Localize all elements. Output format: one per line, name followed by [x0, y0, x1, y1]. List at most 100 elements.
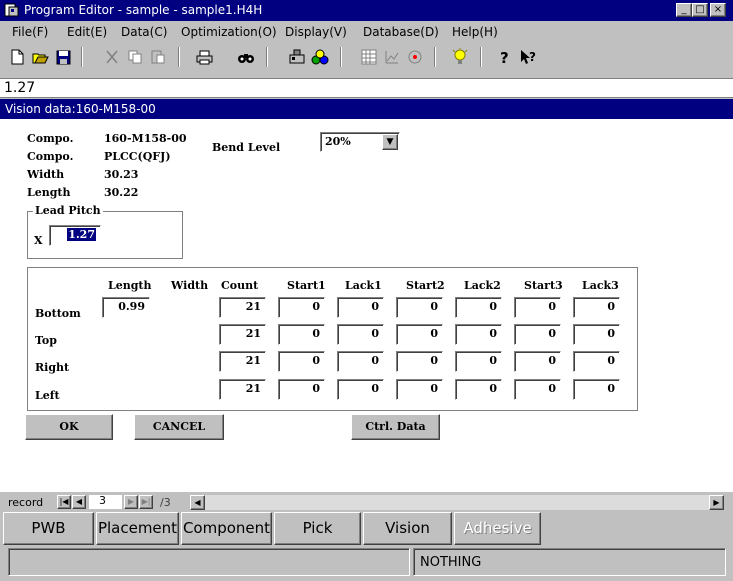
bottom-lack3-input[interactable]: 0 [573, 297, 620, 318]
print-button[interactable] [193, 46, 216, 68]
paste-button[interactable] [146, 46, 169, 68]
right-count-input[interactable]: 21 [219, 351, 266, 372]
menu-display[interactable]: Display(V) [285, 25, 347, 39]
menu-optimization[interactable]: Optimization(O) [181, 25, 277, 39]
save-button[interactable] [52, 46, 75, 68]
ok-button[interactable]: OK [25, 414, 113, 440]
record-number-input[interactable]: 3 [89, 495, 122, 509]
header-start1: Start1 [287, 279, 326, 292]
menu-data[interactable]: Data(C) [121, 25, 167, 39]
chevron-down-icon[interactable]: ▼ [382, 134, 398, 150]
bottom-lack2-input[interactable]: 0 [455, 297, 502, 318]
machine-icon [289, 49, 304, 64]
right-start3-input[interactable]: 0 [514, 351, 561, 372]
record-label: record [8, 496, 44, 509]
top-lack1-input[interactable]: 0 [337, 324, 384, 345]
bottom-length-input[interactable]: 0.99 [102, 297, 150, 318]
left-start2-input[interactable]: 0 [396, 379, 443, 400]
bottom-lack1-input[interactable]: 0 [337, 297, 384, 318]
new-file-button[interactable] [6, 46, 29, 68]
new-file-icon [11, 49, 24, 65]
top-lack3-input[interactable]: 0 [573, 324, 620, 345]
menu-file[interactable]: File(F) [12, 25, 48, 39]
context-help-button[interactable]: ? [516, 46, 539, 68]
tab-component[interactable]: Component [181, 512, 272, 545]
left-lack3-input[interactable]: 0 [573, 379, 620, 400]
left-lack2-input[interactable]: 0 [455, 379, 502, 400]
right-start2-input[interactable]: 0 [396, 351, 443, 372]
vision-data-panel: Vision data:160-M158-00 Compo. Compo. Wi… [0, 99, 733, 492]
bottom-count-input[interactable]: 21 [219, 297, 266, 318]
status-message: NOTHING [413, 548, 726, 576]
open-button[interactable] [29, 46, 52, 68]
top-start1-input[interactable]: 0 [278, 324, 325, 345]
menu-edit[interactable]: Edit(E) [67, 25, 107, 39]
lead-pitch-x-value: 1.27 [67, 228, 96, 241]
top-start3-input[interactable]: 0 [514, 324, 561, 345]
right-start1-input[interactable]: 0 [278, 351, 325, 372]
right-lack2-input[interactable]: 0 [455, 351, 502, 372]
grid-button[interactable] [357, 46, 380, 68]
disc-icon [408, 50, 421, 64]
right-lack1-input[interactable]: 0 [337, 351, 384, 372]
binoculars-icon [237, 54, 254, 63]
close-button[interactable]: × [710, 3, 726, 17]
scroll-right-icon[interactable]: ▶ [709, 495, 724, 510]
copy-icon [128, 50, 141, 64]
length-label: Length [27, 186, 71, 199]
top-lack2-input[interactable]: 0 [455, 324, 502, 345]
horizontal-scrollbar[interactable]: ◀ ▶ [190, 495, 724, 510]
value-bar[interactable]: 1.27 [0, 78, 733, 98]
scissors-icon [105, 50, 118, 64]
compo-type-label: Compo. [27, 150, 74, 163]
chart-icon [385, 51, 398, 64]
find-button[interactable] [234, 46, 257, 68]
chart-button[interactable] [380, 46, 403, 68]
tab-placement[interactable]: Placement [96, 512, 179, 545]
status-pane-left [8, 548, 410, 576]
left-count-input[interactable]: 21 [219, 379, 266, 400]
bottom-start1-input[interactable]: 0 [278, 297, 325, 318]
bend-level-select[interactable]: 20% ▼ [320, 132, 400, 152]
tab-pick[interactable]: Pick [274, 512, 361, 545]
last-record-button[interactable]: ▶| [139, 495, 153, 509]
next-record-button[interactable]: ▶ [124, 495, 138, 509]
header-start3: Start3 [524, 279, 563, 292]
left-start3-input[interactable]: 0 [514, 379, 561, 400]
copy-button[interactable] [123, 46, 146, 68]
top-start2-input[interactable]: 0 [396, 324, 443, 345]
tab-pwb[interactable]: PWB [3, 512, 94, 545]
help-icon: ? [500, 49, 509, 65]
left-lack1-input[interactable]: 0 [337, 379, 384, 400]
first-record-button[interactable]: |◀ [57, 495, 71, 509]
menu-database[interactable]: Database(D) [363, 25, 439, 39]
printer-icon [196, 50, 213, 64]
lead-pitch-legend: Lead Pitch [33, 204, 103, 217]
maximize-button[interactable]: □ [692, 3, 708, 17]
lead-pitch-group: Lead Pitch X 1.27 [27, 204, 183, 259]
svg-text:?: ? [529, 50, 536, 64]
svg-text:?: ? [500, 49, 509, 65]
left-start1-input[interactable]: 0 [278, 379, 325, 400]
disc-button[interactable] [403, 46, 426, 68]
placement-view-button[interactable] [285, 46, 308, 68]
scroll-left-icon[interactable]: ◀ [190, 495, 205, 510]
lead-pitch-x-input[interactable]: 1.27 [49, 225, 101, 246]
cancel-button[interactable]: CANCEL [134, 414, 224, 440]
tab-vision[interactable]: Vision [363, 512, 452, 545]
record-total: /3 [160, 496, 171, 509]
bottom-start3-input[interactable]: 0 [514, 297, 561, 318]
cut-button[interactable] [100, 46, 123, 68]
bottom-start2-input[interactable]: 0 [396, 297, 443, 318]
ctrl-data-button[interactable]: Ctrl. Data [351, 414, 440, 440]
minimize-button[interactable]: _ [676, 3, 692, 17]
component-view-button[interactable] [308, 46, 331, 68]
value-bar-text: 1.27 [4, 80, 36, 96]
top-count-input[interactable]: 21 [219, 324, 266, 345]
menu-help[interactable]: Help(H) [452, 25, 498, 39]
tip-button[interactable] [448, 46, 471, 68]
right-lack3-input[interactable]: 0 [573, 351, 620, 372]
help-button[interactable]: ? [493, 46, 516, 68]
prev-record-button[interactable]: ◀ [72, 495, 86, 509]
compo-label: Compo. [27, 132, 74, 145]
